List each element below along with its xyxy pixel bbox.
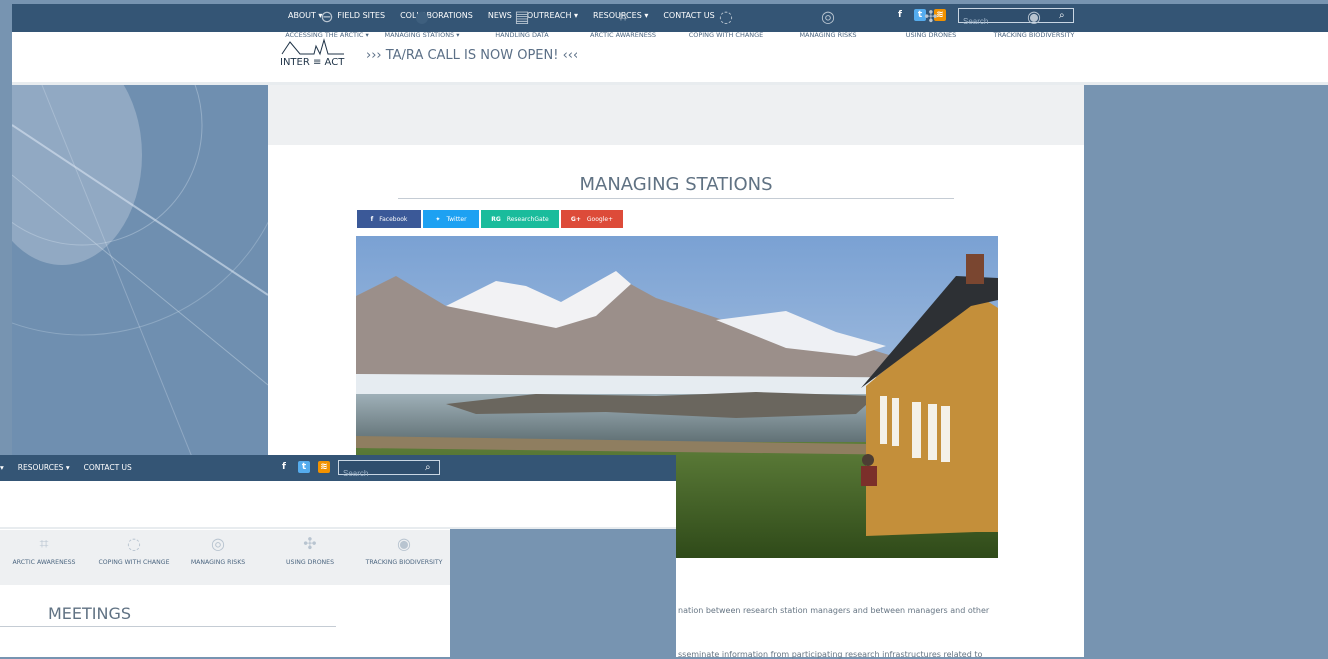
loop-icon: ◌ (127, 534, 141, 553)
intro-paragraph-1: nation between research station managers… (678, 606, 990, 615)
overlay-right-background (450, 529, 676, 657)
overlay-nav-contact-us[interactable]: CONTACT US (84, 463, 132, 472)
title-divider (398, 198, 954, 199)
overlay-topic-coping-with-change[interactable]: ◌ COPING WITH CHANGE (92, 535, 176, 567)
arctic-map-background (12, 85, 268, 457)
overlay-search-box: ⌕ (338, 460, 440, 480)
right-background (1084, 85, 1328, 657)
database-icon: ▤ (514, 7, 530, 26)
network-icon: ⌗ (618, 7, 628, 26)
facebook-icon: f (370, 215, 374, 223)
facebook-icon[interactable]: f (278, 461, 290, 473)
topic-handling-data[interactable]: ▤ HANDLING DATA (477, 8, 567, 40)
overlay-page-title: MEETINGS (48, 604, 132, 623)
share-twitter-button[interactable]: ✦ Twitter (423, 210, 479, 228)
overlay-nav-dropdown[interactable]: ▾ (0, 463, 4, 472)
overlay-topic-arctic-awareness[interactable]: ⌗ ARCTIC AWARENESS (2, 535, 86, 567)
googleplus-icon: G+ (570, 215, 581, 223)
topic-accessing-arctic[interactable]: ⊖ ACCESSING THE ARCTIC ▾ (282, 8, 372, 40)
twitter-icon: ✦ (435, 215, 441, 223)
intro-paragraph-2: sseminate information from participating… (678, 650, 983, 659)
target-icon: ◉ (1027, 7, 1041, 26)
overlay-topic-using-drones[interactable]: ✣ USING DRONES (268, 535, 352, 567)
search-icon[interactable]: ⌕ (425, 462, 436, 473)
site-logo[interactable]: INTER ≡ ACT (280, 38, 346, 74)
overlay-screenshot: ▾ RESOURCES ▾ CONTACT US f t ≋ ⌕ ⌗ARCTIC… (0, 455, 676, 657)
plug-icon: ⊖ (320, 7, 334, 26)
topic-using-drones[interactable]: ✣ USING DRONES (886, 8, 976, 40)
overlay-search-input[interactable] (339, 467, 427, 480)
shield-icon: ◎ (211, 534, 225, 553)
topic-arctic-awareness[interactable]: ⌗ ARCTIC AWARENESS (578, 8, 668, 40)
researchgate-icon: RG (491, 215, 501, 223)
logo-text: INTER ≡ ACT (280, 57, 345, 68)
loop-icon: ◌ (719, 7, 733, 26)
target-icon: ◉ (397, 534, 411, 553)
drone-icon: ✣ (303, 534, 317, 553)
overlay-nav-resources[interactable]: RESOURCES ▾ (18, 463, 70, 472)
share-researchgate-button[interactable]: RG ResearchGate (481, 210, 559, 228)
shield-icon: ◎ (821, 7, 835, 26)
topic-managing-risks[interactable]: ◎ MANAGING RISKS (783, 8, 873, 40)
network-icon: ⌗ (39, 534, 49, 553)
overlay-topic-tracking-biodiversity[interactable]: ◉ TRACKING BIODIVERSITY (362, 535, 446, 567)
drone-icon: ✣ (924, 7, 938, 26)
overlay-header (0, 481, 676, 527)
share-facebook-button[interactable]: f Facebook (357, 210, 421, 228)
overlay-title-divider (0, 626, 336, 627)
rss-icon[interactable]: ≋ (318, 461, 330, 473)
logo-mountain-icon (281, 38, 344, 56)
chat-icon: ● (415, 7, 429, 26)
share-googleplus-button[interactable]: G+ Google+ (561, 210, 623, 228)
topic-coping-with-change[interactable]: ◌ COPING WITH CHANGE (681, 8, 771, 40)
overlay-social-links: f t ≋ (278, 461, 330, 473)
page-title: MANAGING STATIONS (579, 174, 773, 195)
announcement-link[interactable]: ››› TA/RA CALL IS NOW OPEN! ‹‹‹ (366, 48, 578, 63)
topics-bar (268, 85, 1084, 145)
overlay-nav: ▾ RESOURCES ▾ CONTACT US (0, 463, 132, 472)
map-grid-lines (12, 85, 268, 457)
share-buttons: f Facebook ✦ Twitter RG ResearchGate G+ Goog… (357, 210, 623, 228)
site-header (12, 32, 1328, 82)
topic-tracking-biodiversity[interactable]: ◉ TRACKING BIODIVERSITY (989, 8, 1079, 40)
overlay-topic-managing-risks[interactable]: ◎ MANAGING RISKS (176, 535, 260, 567)
topic-managing-stations[interactable]: ● MANAGING STATIONS ▾ (377, 8, 467, 40)
twitter-icon[interactable]: t (298, 461, 310, 473)
